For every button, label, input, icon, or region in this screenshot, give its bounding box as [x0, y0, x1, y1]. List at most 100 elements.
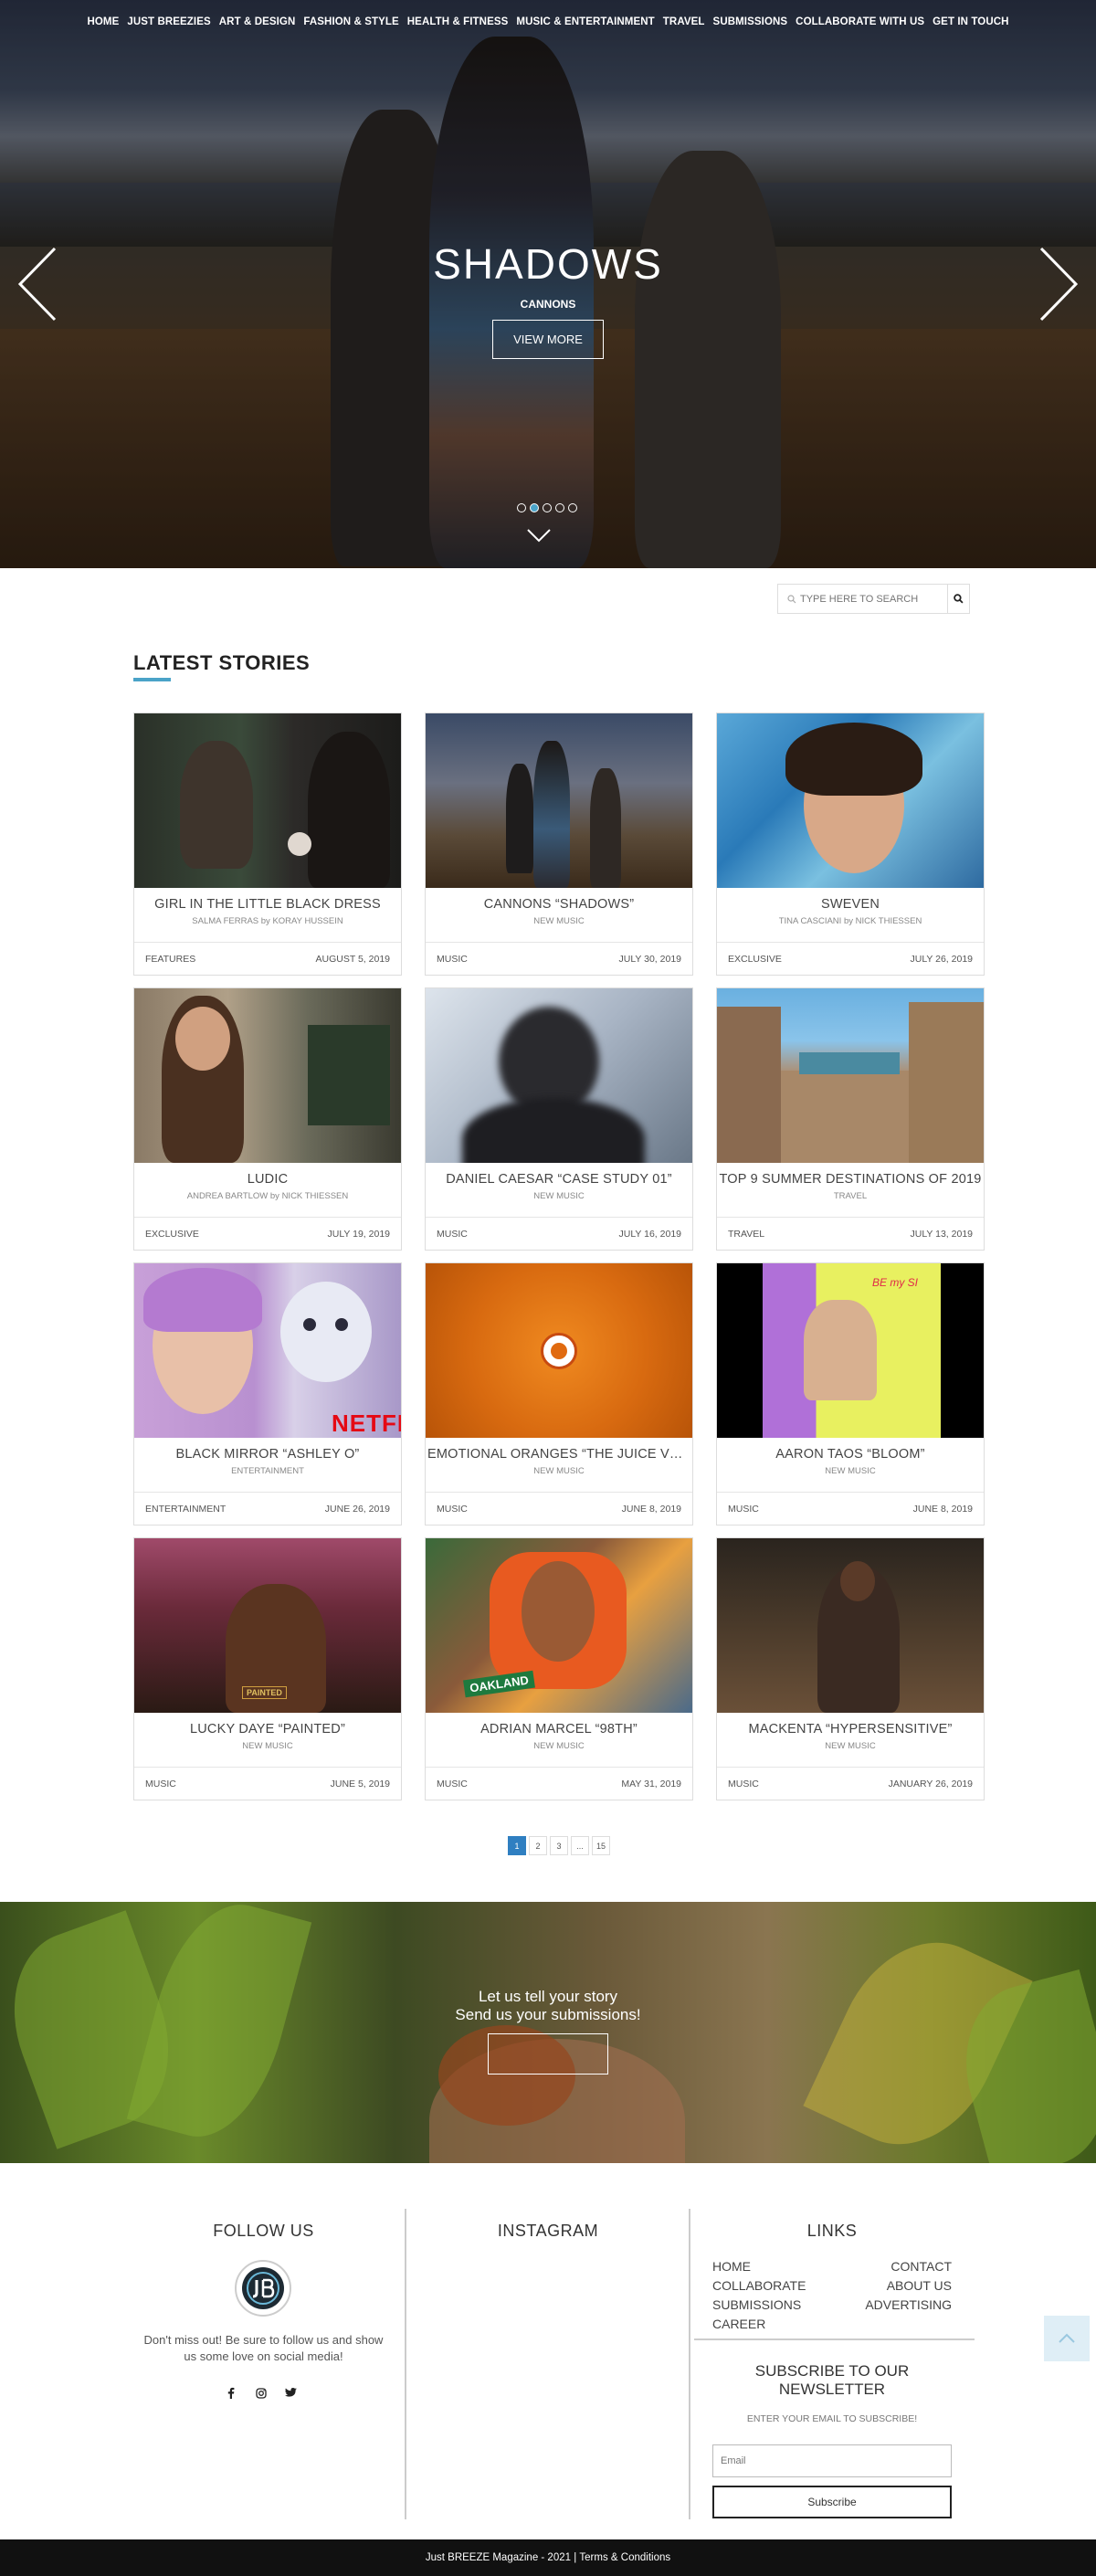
story-card[interactable]: TOP 9 SUMMER DESTINATIONS OF 2019 TRAVEL…	[716, 987, 985, 1251]
twitter-icon[interactable]	[283, 2385, 299, 2401]
slider-prev-arrow-icon[interactable]	[15, 245, 60, 323]
page-3[interactable]: 3	[550, 1836, 568, 1855]
story-image[interactable]	[717, 988, 984, 1163]
scroll-down-chevron-icon[interactable]	[526, 528, 552, 543]
story-card[interactable]: PAINTED LUCKY DAYE “PAINTED” NEW MUSIC M…	[133, 1537, 402, 1800]
banner-submit-button[interactable]	[488, 2033, 608, 2075]
view-more-button[interactable]: VIEW MORE	[492, 320, 604, 359]
story-card[interactable]: DANIEL CAESAR “CASE STUDY 01” NEW MUSIC …	[425, 987, 693, 1251]
subscribe-button[interactable]: Subscribe	[712, 2486, 952, 2518]
story-title[interactable]: SWEVEN	[717, 897, 984, 912]
slider-dot-1[interactable]	[517, 503, 526, 512]
story-title[interactable]: CANNONS “SHADOWS”	[426, 897, 692, 912]
just-breeze-logo[interactable]	[235, 2260, 291, 2317]
story-title[interactable]: GIRL IN THE LITTLE BLACK DRESS	[134, 897, 401, 912]
page-1[interactable]: 1	[508, 1836, 526, 1855]
nav-just-breezies[interactable]: JUST BREEZIES	[127, 16, 210, 27]
footer-link-collaborate[interactable]: COLLABORATE	[712, 2276, 806, 2296]
story-title[interactable]: EMOTIONAL ORANGES “THE JUICE VOLU...	[426, 1447, 692, 1462]
back-to-top-button[interactable]	[1044, 2316, 1090, 2361]
footer-link-submissions[interactable]: SUBMISSIONS	[712, 2296, 801, 2315]
chevron-up-icon	[1059, 2333, 1075, 2343]
nav-fashion-style[interactable]: FASHION & STYLE	[303, 16, 398, 27]
nav-health-fitness[interactable]: HEALTH & FITNESS	[407, 16, 509, 27]
story-title[interactable]: MACKENTA “HYPERSENSITIVE”	[717, 1722, 984, 1737]
slider-dots	[517, 503, 577, 512]
story-card[interactable]: EMOTIONAL ORANGES “THE JUICE VOLU... NEW…	[425, 1262, 693, 1526]
oakland-sign: OAKLAND	[463, 1670, 535, 1698]
page-15[interactable]: 15	[592, 1836, 611, 1855]
search-submit-button[interactable]	[947, 585, 969, 613]
story-card[interactable]: MACKENTA “HYPERSENSITIVE” NEW MUSIC MUSI…	[716, 1537, 985, 1800]
search-input[interactable]	[800, 593, 937, 605]
story-image[interactable]: PAINTED	[134, 1538, 401, 1713]
story-date: JANUARY 26, 2019	[888, 1778, 973, 1789]
slider-next-arrow-icon[interactable]	[1036, 245, 1081, 323]
page-2[interactable]: 2	[529, 1836, 547, 1855]
story-category[interactable]: MUSIC	[728, 1779, 759, 1789]
story-date: JUNE 5, 2019	[330, 1778, 390, 1789]
story-category[interactable]: MUSIC	[437, 954, 468, 965]
story-image[interactable]	[426, 1263, 692, 1438]
footer-link-about-us[interactable]: ABOUT US	[887, 2276, 952, 2296]
story-card[interactable]: NETFLIX BLACK MIRROR “ASHLEY O” ENTERTAI…	[133, 1262, 402, 1526]
nav-travel[interactable]: TRAVEL	[663, 16, 705, 27]
story-byline: ENTERTAINMENT	[231, 1466, 304, 1476]
story-category[interactable]: MUSIC	[437, 1779, 468, 1789]
story-category[interactable]: EXCLUSIVE	[728, 954, 782, 965]
story-title[interactable]: DANIEL CAESAR “CASE STUDY 01”	[426, 1172, 692, 1187]
story-image[interactable]	[426, 713, 692, 888]
story-image[interactable]	[426, 988, 692, 1163]
footer-link-advertising[interactable]: ADVERTISING	[865, 2296, 952, 2315]
nav-music-entertainment[interactable]: MUSIC & ENTERTAINMENT	[516, 16, 654, 27]
banner-leaf	[126, 1902, 312, 2152]
footer-link-career[interactable]: CAREER	[712, 2315, 765, 2334]
story-category[interactable]: TRAVEL	[728, 1229, 764, 1240]
story-card[interactable]: BE my SI AARON TAOS “BLOOM” NEW MUSIC MU…	[716, 1262, 985, 1526]
story-card[interactable]: OAKLAND ADRIAN MARCEL “98TH” NEW MUSIC M…	[425, 1537, 693, 1800]
nav-get-in-touch[interactable]: GET IN TOUCH	[933, 16, 1008, 27]
story-card[interactable]: CANNONS “SHADOWS” NEW MUSIC MUSIC JULY 30…	[425, 713, 693, 976]
story-category[interactable]: ENTERTAINMENT	[145, 1504, 226, 1515]
story-image[interactable]	[134, 713, 401, 888]
nav-home[interactable]: HOME	[87, 16, 119, 27]
slider-dot-2[interactable]	[530, 503, 539, 512]
instagram-icon[interactable]	[253, 2385, 269, 2401]
story-title[interactable]: LUDIC	[134, 1172, 401, 1187]
story-image[interactable]: BE my SI	[717, 1263, 984, 1438]
story-card[interactable]: GIRL IN THE LITTLE BLACK DRESS SALMA FER…	[133, 713, 402, 976]
story-category[interactable]: MUSIC	[437, 1229, 468, 1240]
story-image[interactable]	[134, 988, 401, 1163]
story-date: JUNE 8, 2019	[621, 1503, 681, 1515]
story-title[interactable]: LUCKY DAYE “PAINTED”	[134, 1722, 401, 1737]
story-title[interactable]: BLACK MIRROR “ASHLEY O”	[134, 1447, 401, 1462]
nav-art-design[interactable]: ART & DESIGN	[219, 16, 296, 27]
nav-collaborate[interactable]: COLLABORATE WITH US	[796, 16, 924, 27]
facebook-icon[interactable]	[223, 2385, 238, 2401]
story-title[interactable]: ADRIAN MARCEL “98TH”	[426, 1722, 692, 1737]
footer-link-contact[interactable]: CONTACT	[890, 2257, 952, 2276]
terms-link[interactable]: Terms & Conditions	[579, 2552, 670, 2563]
slider-dot-3[interactable]	[543, 503, 552, 512]
story-title[interactable]: AARON TAOS “BLOOM”	[717, 1447, 984, 1462]
footer-link-home[interactable]: HOME	[712, 2257, 751, 2276]
search-icon	[784, 591, 800, 607]
story-category[interactable]: MUSIC	[437, 1504, 468, 1515]
story-byline: NEW MUSIC	[533, 916, 585, 926]
story-card[interactable]: SWEVEN TINA CASCIANI by NICK THIESSEN EX…	[716, 713, 985, 976]
story-category[interactable]: MUSIC	[145, 1779, 176, 1789]
story-category[interactable]: MUSIC	[728, 1504, 759, 1515]
email-field[interactable]	[712, 2444, 952, 2477]
story-image[interactable]	[717, 1538, 984, 1713]
story-category[interactable]: EXCLUSIVE	[145, 1229, 199, 1240]
story-date: JULY 13, 2019	[910, 1228, 974, 1240]
story-category[interactable]: FEATURES	[145, 954, 195, 965]
story-image[interactable]: NETFLIX	[134, 1263, 401, 1438]
slider-dot-4[interactable]	[555, 503, 564, 512]
slider-dot-5[interactable]	[568, 503, 577, 512]
nav-submissions[interactable]: SUBMISSIONS	[713, 16, 788, 27]
story-title[interactable]: TOP 9 SUMMER DESTINATIONS OF 2019	[717, 1172, 984, 1187]
story-card[interactable]: LUDIC ANDREA BARTLOW by NICK THIESSEN EX…	[133, 987, 402, 1251]
story-image[interactable]	[717, 713, 984, 888]
story-image[interactable]: OAKLAND	[426, 1538, 692, 1713]
